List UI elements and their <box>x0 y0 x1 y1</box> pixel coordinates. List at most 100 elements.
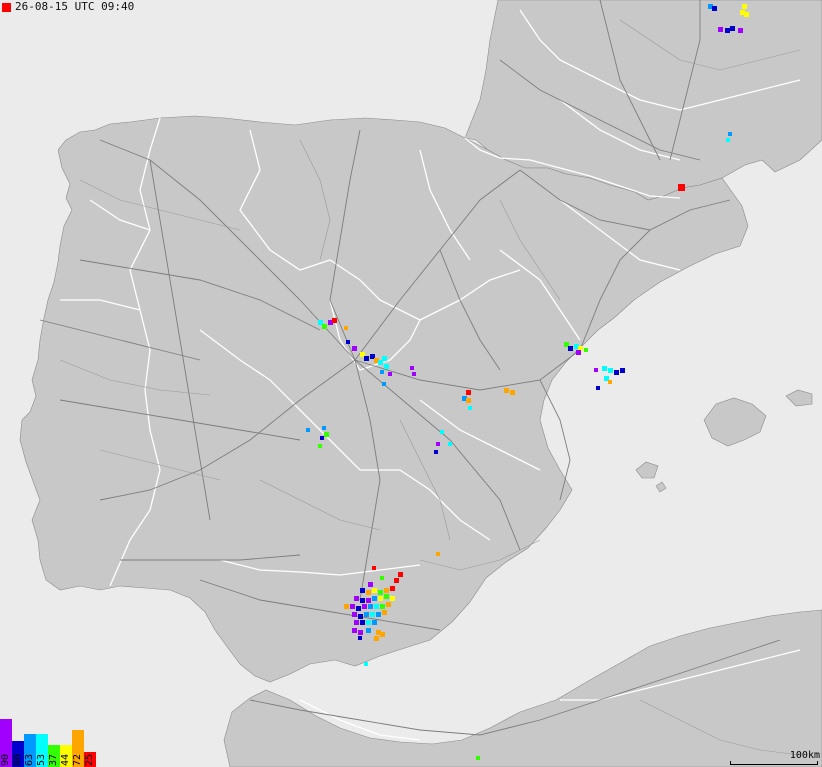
strike-marker <box>306 428 310 432</box>
legend-bar: 63 <box>24 734 36 767</box>
strike-marker <box>368 582 373 587</box>
strike-marker <box>388 372 392 376</box>
strike-marker <box>322 324 327 329</box>
strike-marker <box>358 614 363 619</box>
strike-marker <box>374 604 379 609</box>
strike-marker <box>608 380 612 384</box>
strike-marker <box>510 390 515 395</box>
strike-marker <box>386 602 391 607</box>
legend-label: 72 <box>72 753 83 766</box>
strike-marker <box>504 388 509 393</box>
strike-marker <box>378 596 383 601</box>
strike-marker <box>380 370 384 374</box>
strike-marker <box>360 620 365 625</box>
legend-label: 53 <box>36 753 47 766</box>
strike-marker <box>344 604 349 609</box>
strike-marker <box>358 636 362 640</box>
strike-marker <box>620 368 625 373</box>
strike-marker <box>390 596 395 601</box>
strike-marker <box>318 444 322 448</box>
legend-bar: 80 <box>12 741 24 767</box>
strike-marker <box>466 398 471 403</box>
strike-marker <box>366 590 371 595</box>
strike-marker <box>344 326 348 330</box>
strike-marker <box>390 586 395 591</box>
strike-marker <box>368 604 373 609</box>
strike-marker <box>380 604 385 609</box>
strike-marker <box>384 588 389 593</box>
strike-marker <box>378 590 383 595</box>
strike-marker <box>376 612 381 617</box>
strike-marker <box>366 620 371 625</box>
legend-bar: 53 <box>36 734 48 767</box>
strike-marker <box>380 632 385 637</box>
strike-marker <box>448 442 452 446</box>
strike-marker <box>584 348 588 352</box>
legend-label: 80 <box>12 753 23 766</box>
strike-marker <box>596 386 600 390</box>
strike-marker <box>728 132 732 136</box>
strike-marker <box>468 406 472 410</box>
strike-marker <box>712 6 717 11</box>
legend-label: 25 <box>84 753 95 766</box>
strike-marker <box>440 430 444 434</box>
strike-marker <box>354 620 359 625</box>
strike-marker <box>320 436 324 440</box>
strike-marker <box>410 366 414 370</box>
strike-marker <box>726 138 730 142</box>
strike-marker <box>362 604 367 609</box>
legend-label: 90 <box>0 753 11 766</box>
legend-bar: 72 <box>72 730 84 767</box>
strike-marker <box>466 390 471 395</box>
strike-marker <box>372 566 376 570</box>
strike-marker <box>738 28 743 33</box>
strike-marker <box>364 356 369 361</box>
strike-marker <box>602 366 607 371</box>
timestamp-text: 26-08-15 UTC 09:40 <box>15 0 135 13</box>
strike-marker <box>594 368 598 372</box>
strike-marker <box>744 12 749 17</box>
strike-marker <box>364 662 368 666</box>
color-legend: 90 80 63 53 37 44 72 25 <box>0 719 96 767</box>
strike-marker <box>412 372 416 376</box>
timestamp-marker-icon <box>2 2 11 12</box>
strike-marker <box>434 450 438 454</box>
strike-marker <box>346 340 350 344</box>
strike-marker <box>360 588 365 593</box>
strike-marker <box>476 756 480 760</box>
strike-marker <box>358 630 363 635</box>
strike-marker <box>352 628 357 633</box>
strike-marker <box>436 552 440 556</box>
strike-marker <box>324 432 329 437</box>
strike-marker <box>364 612 369 617</box>
strike-marker <box>568 346 573 351</box>
strike-marker <box>366 598 371 603</box>
strike-marker <box>350 604 355 609</box>
legend-bar: 37 <box>48 745 60 767</box>
legend-label: 63 <box>24 753 35 766</box>
strike-marker <box>608 368 613 373</box>
strike-marker <box>370 612 375 617</box>
strike-marker <box>372 596 377 601</box>
strike-marker <box>398 572 403 577</box>
legend-label: 44 <box>60 753 71 766</box>
legend-bar: 25 <box>84 752 96 767</box>
strike-marker <box>374 636 379 641</box>
strike-marker <box>332 318 337 323</box>
strike-marker <box>360 598 365 603</box>
legend-bar: 90 <box>0 719 12 767</box>
timestamp-header: 26-08-15 UTC 09:40 <box>2 0 138 14</box>
strike-marker <box>382 356 387 361</box>
strike-marker <box>678 184 685 191</box>
strike-marker <box>394 578 399 583</box>
strike-marker <box>614 370 619 375</box>
strike-marker <box>372 620 377 625</box>
legend-bar: 44 <box>60 745 72 767</box>
strike-marker <box>352 346 357 351</box>
strike-marker <box>382 382 386 386</box>
strike-marker <box>384 364 389 369</box>
scale-bar <box>730 761 818 765</box>
strike-marker <box>356 606 361 611</box>
strike-marker <box>436 442 440 446</box>
strike-marker <box>382 610 387 615</box>
